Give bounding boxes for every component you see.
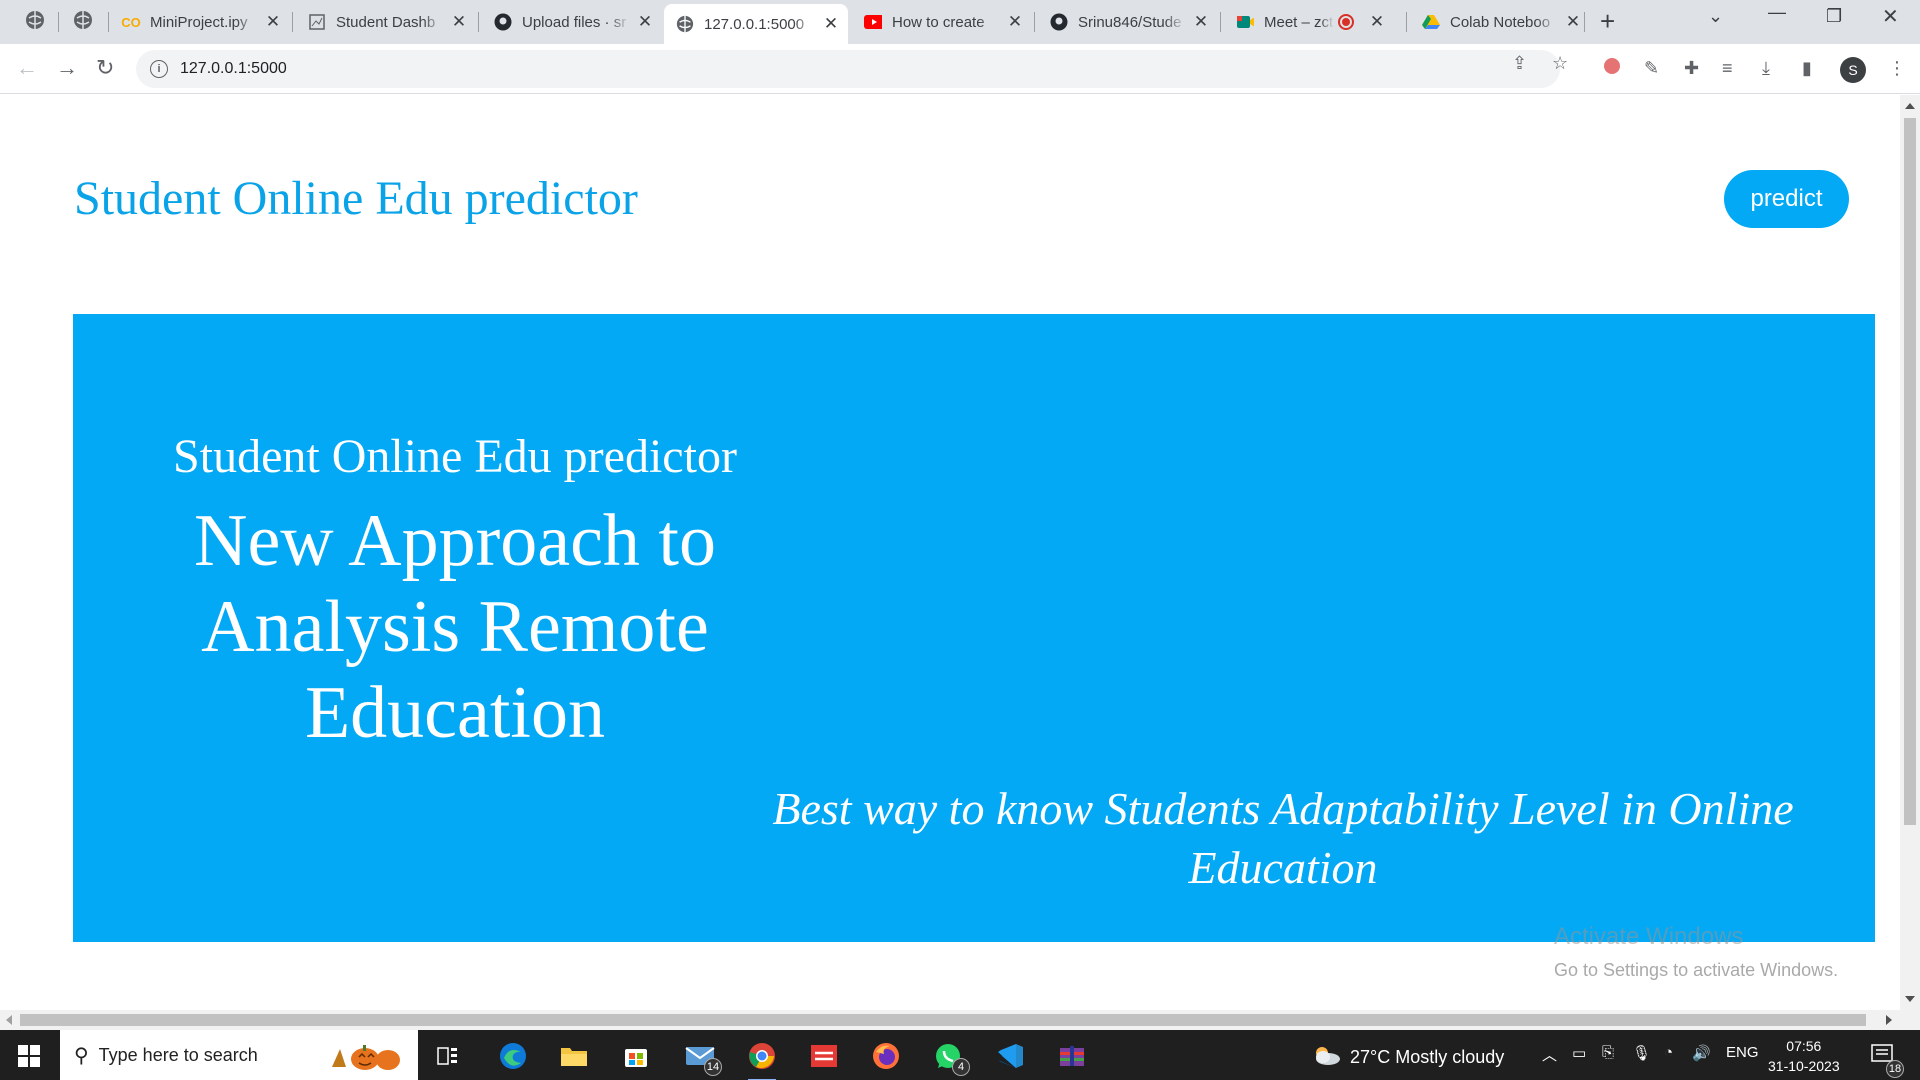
side-panel-icon[interactable]: ▮: [1802, 58, 1812, 78]
tab-search-globe-icon[interactable]: [24, 9, 46, 31]
reload-button[interactable]: ↻: [96, 57, 114, 79]
taskbar-search-placeholder: Type here to search: [98, 1044, 258, 1065]
meet-icon: [1236, 13, 1254, 31]
chrome-icon[interactable]: [744, 1040, 780, 1080]
pumpkin-icon: [330, 1041, 406, 1078]
taskbar-search-box[interactable]: ⚲ Type here to search: [60, 1030, 418, 1080]
tab-search-dropdown-icon[interactable]: ⌄: [1708, 6, 1723, 27]
close-icon[interactable]: ✕: [1368, 12, 1386, 31]
tab-colab-notebook[interactable]: Colab Noteboo ✕: [1410, 4, 1590, 40]
colab-icon: CO: [121, 14, 141, 30]
notification-center-icon[interactable]: 18: [1870, 1043, 1904, 1078]
bookmark-star-icon[interactable]: ☆: [1552, 53, 1568, 74]
hero-tagline: Best way to know Students Adaptability L…: [772, 783, 1794, 893]
close-icon[interactable]: ✕: [636, 12, 654, 31]
menu-kebab-icon[interactable]: ⋮: [1888, 58, 1906, 78]
address-url: 127.0.0.1:5000: [180, 60, 287, 77]
search-icon: ⚲: [74, 1044, 89, 1067]
show-hidden-icons-chevron-icon[interactable]: ︿: [1542, 1044, 1557, 1065]
site-title[interactable]: Student Online Edu predictor: [74, 171, 638, 226]
vertical-scrollbar[interactable]: [1900, 95, 1920, 1010]
hero-subtitle: Student Online Edu predictor: [173, 430, 737, 483]
extension-red-icon[interactable]: [1604, 58, 1620, 78]
site-info-icon[interactable]: i: [150, 60, 168, 78]
tab-pinned-globe-icon[interactable]: [72, 9, 94, 31]
scroll-up-icon[interactable]: [1905, 103, 1915, 109]
edge-icon[interactable]: [495, 1040, 531, 1072]
firefox-icon[interactable]: [868, 1040, 904, 1072]
windows-start-icon[interactable]: [18, 1045, 40, 1067]
winrar-icon[interactable]: [1054, 1040, 1090, 1072]
forward-button[interactable]: →: [56, 57, 78, 79]
language-indicator[interactable]: ENG: [1726, 1044, 1759, 1061]
meet-tray-icon[interactable]: ⎘: [1602, 1044, 1614, 1061]
back-button[interactable]: ←: [16, 57, 38, 79]
tab-meet[interactable]: Meet – zct ✕: [1224, 4, 1404, 40]
close-icon[interactable]: ✕: [1192, 12, 1210, 31]
horizontal-scroll-thumb[interactable]: [20, 1014, 1866, 1026]
extensions-puzzle-icon[interactable]: ✚: [1684, 58, 1699, 78]
clock-time: 07:56: [1786, 1038, 1822, 1054]
horizontal-scrollbar[interactable]: [0, 1010, 1920, 1030]
cloudy-weather-icon: [1310, 1044, 1342, 1071]
tab-miniproject[interactable]: CO MiniProject.ipy ✕: [110, 4, 290, 40]
task-view-icon[interactable]: [430, 1040, 466, 1072]
clock-date: 31-10-2023: [1768, 1058, 1840, 1074]
close-icon[interactable]: ✕: [822, 14, 840, 33]
browser-tab-bar: CO MiniProject.ipy ✕ Student Dashb ✕ Upl…: [0, 0, 1920, 44]
predict-button[interactable]: predict: [1724, 170, 1849, 228]
media-playlist-icon[interactable]: ≡: [1722, 58, 1733, 78]
anydesk-icon[interactable]: [806, 1040, 842, 1072]
download-icon[interactable]: ⤓: [1762, 58, 1770, 78]
weather-text: 27°C Mostly cloudy: [1350, 1047, 1505, 1067]
close-window-button[interactable]: ✕: [1882, 4, 1899, 29]
youtube-icon: [864, 13, 882, 31]
file-explorer-icon[interactable]: [556, 1040, 592, 1072]
system-clock[interactable]: 07:56 31-10-2023: [1768, 1036, 1840, 1076]
scroll-down-icon[interactable]: [1905, 996, 1915, 1002]
dashboard-icon: [308, 13, 326, 31]
hero-heading: New Approach to Analysis Remote Educatio…: [194, 500, 716, 754]
profile-avatar[interactable]: S: [1840, 57, 1866, 83]
address-bar[interactable]: i 127.0.0.1:5000: [136, 50, 1560, 88]
microphone-icon[interactable]: 🎙: [1632, 1044, 1651, 1062]
vertical-scroll-thumb[interactable]: [1904, 118, 1916, 825]
activate-windows-hint: Go to Settings to activate Windows.: [1554, 960, 1839, 980]
mail-icon[interactable]: 14: [682, 1040, 722, 1076]
recording-icon: [1338, 14, 1354, 30]
scroll-right-icon[interactable]: [1886, 1015, 1892, 1025]
close-icon[interactable]: ✕: [264, 12, 282, 31]
web-page: Student Online Edu predictor predict Stu…: [0, 95, 1900, 1010]
eyedropper-extension-icon[interactable]: ✎: [1644, 58, 1659, 78]
close-icon[interactable]: ✕: [450, 12, 468, 31]
browser-toolbar: ← → ↻ i 127.0.0.1:5000 ⇪ ☆ ✎ ✚ ≡ ⤓ ▮ ⋮: [0, 44, 1920, 94]
share-icon[interactable]: ⇪: [1512, 53, 1527, 74]
globe-icon: [676, 15, 694, 33]
scroll-left-icon[interactable]: [6, 1015, 12, 1025]
vscode-icon[interactable]: [992, 1040, 1028, 1072]
github-icon: [1050, 13, 1068, 31]
close-icon[interactable]: ✕: [1564, 12, 1582, 31]
drive-icon: [1422, 13, 1440, 31]
tab-localhost[interactable]: 127.0.0.1:5000 ✕: [664, 4, 848, 44]
battery-icon[interactable]: ▭: [1572, 1044, 1586, 1062]
tab-github-repo[interactable]: Srinu846/Stude ✕: [1038, 4, 1218, 40]
weather-widget[interactable]: 27°C Mostly cloudy: [1310, 1044, 1504, 1071]
whatsapp-icon[interactable]: 4: [930, 1040, 970, 1076]
activate-windows-title: Activate Windows: [1554, 923, 1744, 950]
restore-button[interactable]: ❐: [1826, 6, 1842, 27]
hero-banner: Student Online Edu predictor New Approac…: [73, 314, 1875, 942]
windows-taskbar: ⚲ Type here to search 14 4 27°C Mostly c…: [0, 1030, 1920, 1080]
volume-icon[interactable]: 🔊: [1692, 1044, 1711, 1062]
new-tab-button[interactable]: +: [1600, 8, 1615, 34]
close-icon[interactable]: ✕: [1006, 12, 1024, 31]
minimize-button[interactable]: —: [1768, 2, 1786, 23]
wifi-icon[interactable]: ◔: [1664, 1044, 1673, 1061]
tab-upload-files[interactable]: Upload files · sr ✕: [482, 4, 662, 40]
tab-student-dashboard[interactable]: Student Dashb ✕: [296, 4, 476, 40]
microsoft-store-icon[interactable]: [618, 1040, 654, 1072]
github-icon: [494, 13, 512, 31]
tab-how-to-create[interactable]: How to create ✕: [852, 4, 1032, 40]
